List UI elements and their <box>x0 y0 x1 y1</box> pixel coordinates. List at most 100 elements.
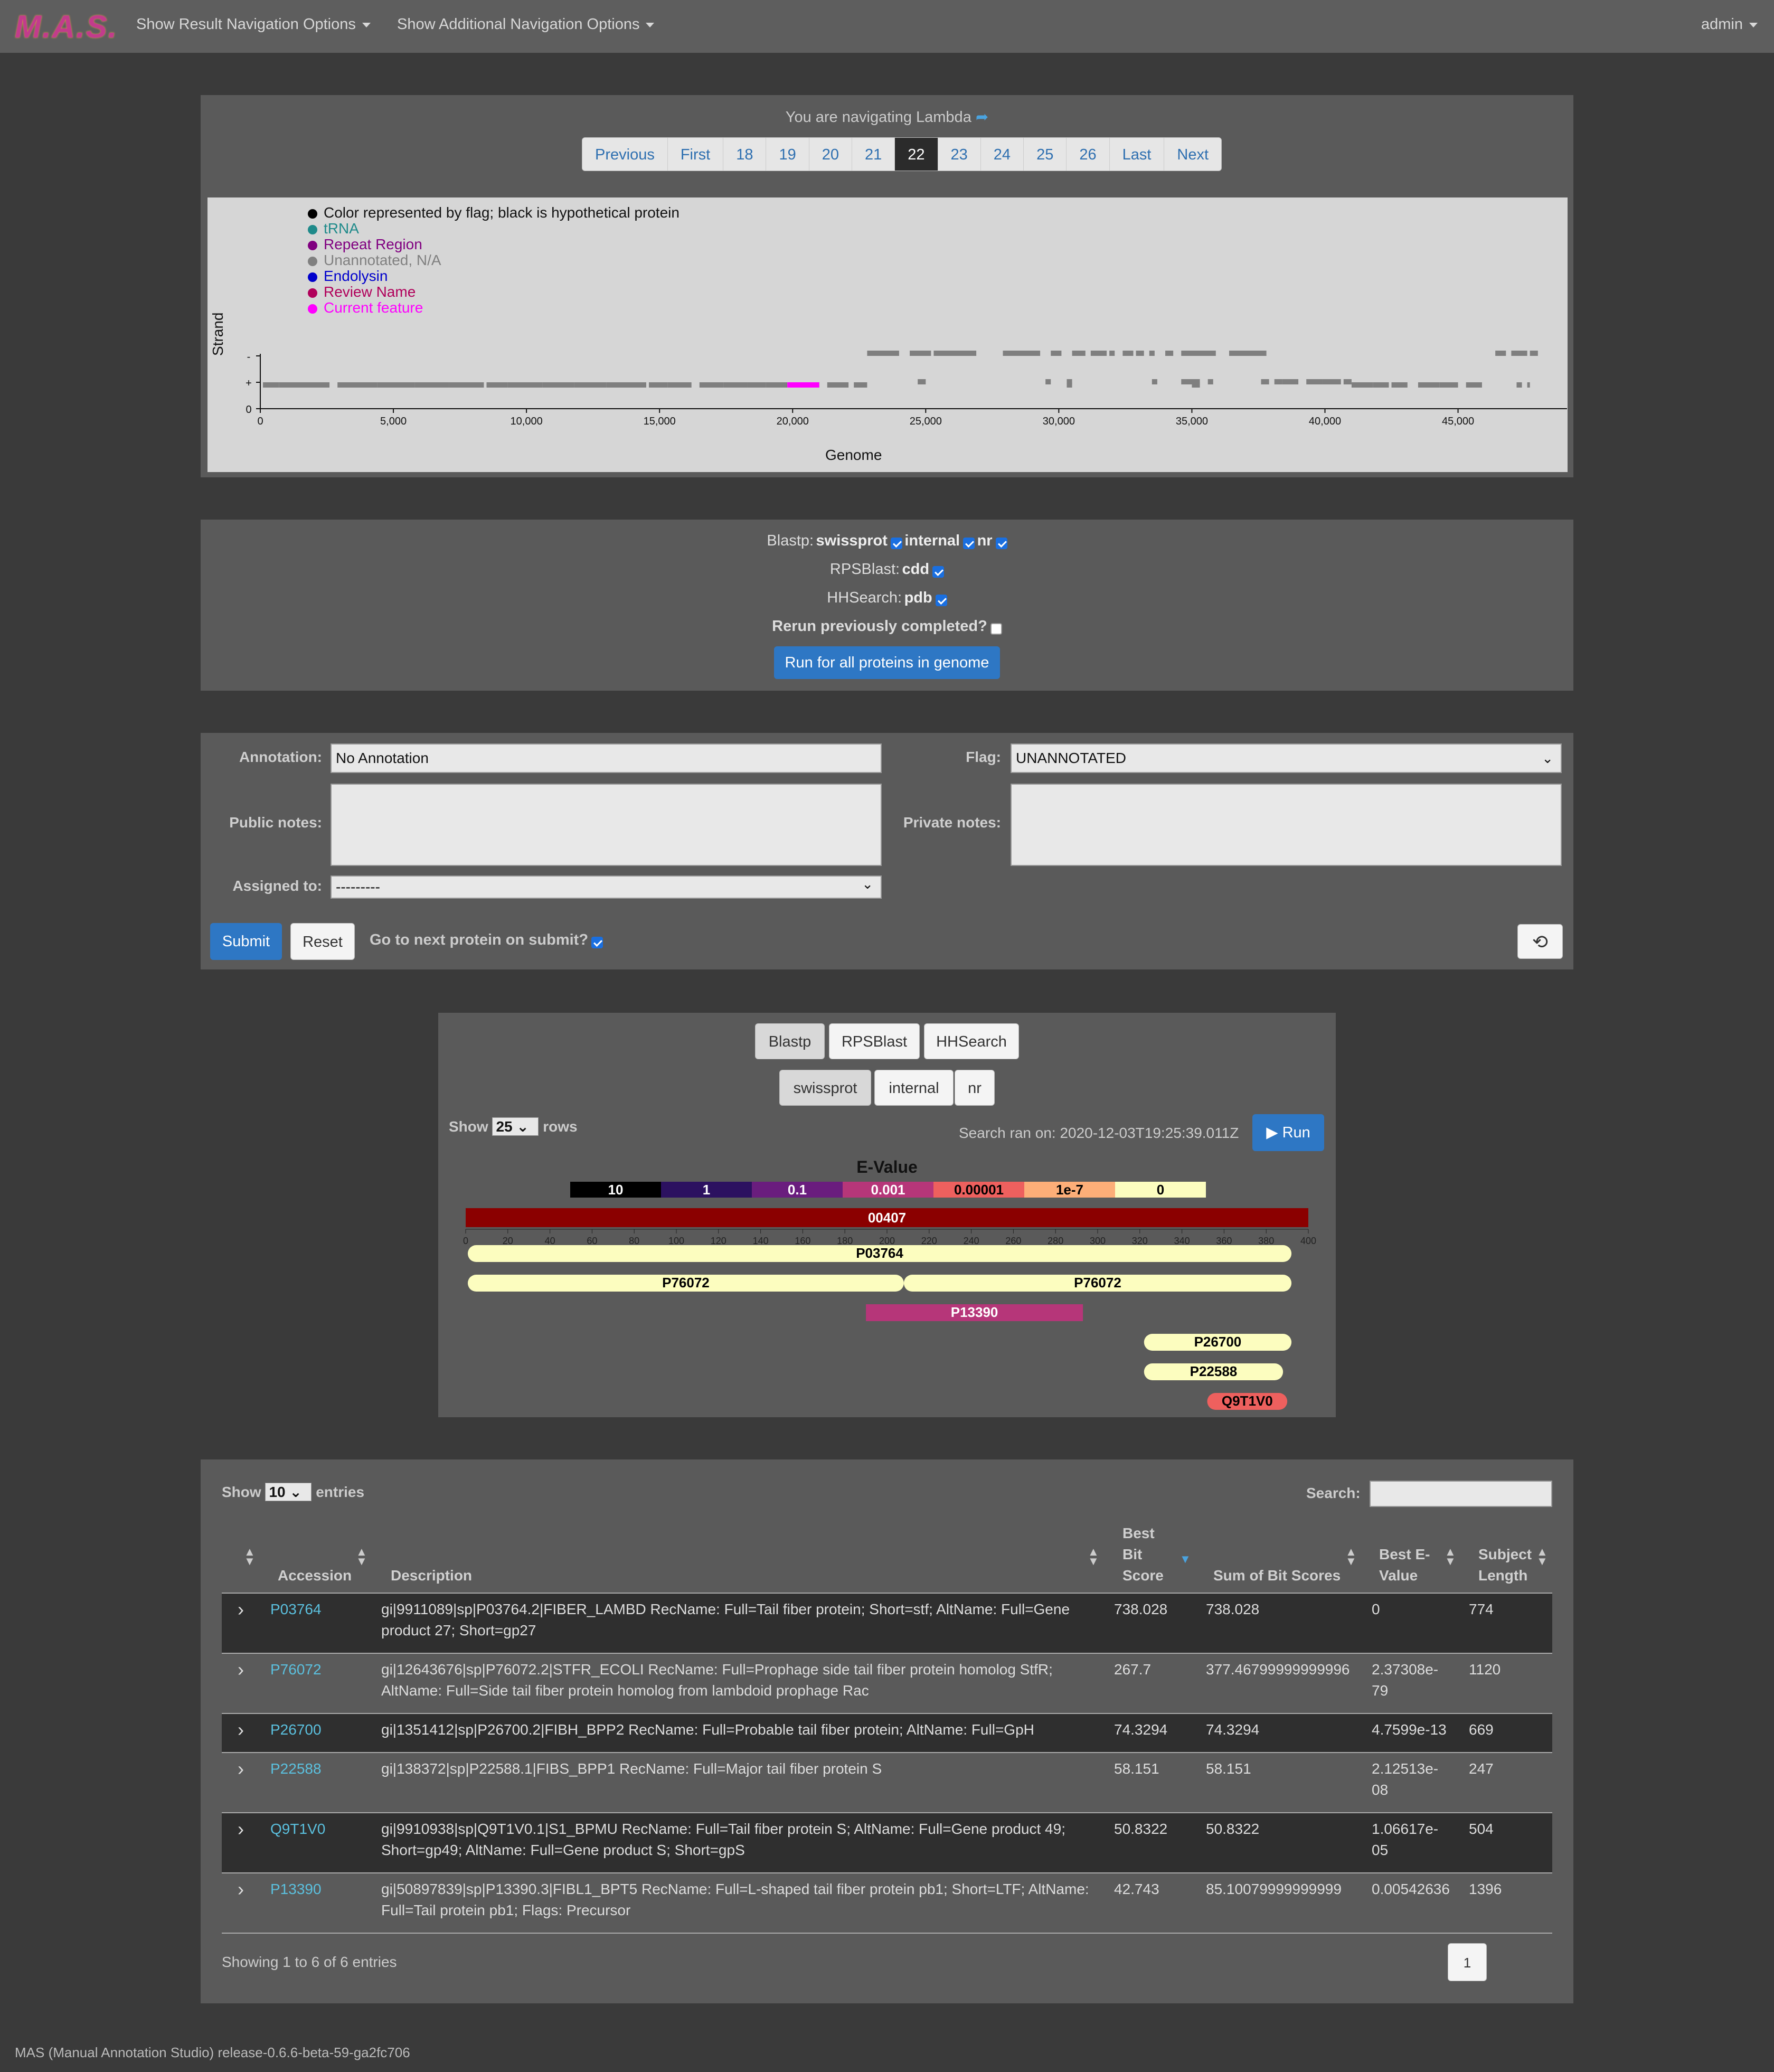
assigned-to-select[interactable]: --------- ⌄ <box>331 875 882 899</box>
page-link-24[interactable]: 24 <box>980 138 1024 171</box>
page-link-19[interactable]: 19 <box>766 138 809 171</box>
gene-feature[interactable] <box>1391 382 1408 388</box>
gene-feature[interactable] <box>1516 382 1522 388</box>
next-on-submit-checkbox[interactable] <box>591 936 603 948</box>
internal-checkbox[interactable] <box>963 537 975 549</box>
gene-feature[interactable] <box>918 379 926 384</box>
gene-feature[interactable] <box>377 382 415 388</box>
gene-feature[interactable] <box>1051 351 1062 356</box>
gene-feature[interactable] <box>723 382 748 388</box>
gene-feature[interactable] <box>1511 351 1527 356</box>
gene-feature[interactable] <box>263 382 279 388</box>
gene-feature[interactable] <box>1122 351 1134 356</box>
page-link-first[interactable]: First <box>667 138 724 171</box>
gene-feature[interactable] <box>1351 382 1373 388</box>
gene-feature[interactable] <box>667 382 692 388</box>
gene-feature[interactable] <box>1003 351 1041 356</box>
gene-feature[interactable] <box>486 382 508 388</box>
header-best-bit-2[interactable]: Bit <box>1122 1544 1142 1565</box>
sort-desc-icon[interactable]: ▼ <box>1179 1553 1191 1565</box>
flag-select[interactable]: UNANNOTATED ⌄ <box>1011 743 1562 773</box>
table-row[interactable]: › P76072 gi|12643676|sp|P76072.2|STFR_ECOL… <box>222 1653 1552 1713</box>
gene-feature[interactable] <box>1090 351 1107 356</box>
header-best-e-2[interactable]: Value <box>1379 1565 1418 1586</box>
run-all-proteins-button[interactable]: Run for all proteins in genome <box>774 646 1000 679</box>
expand-row-icon[interactable]: › <box>238 1719 244 1740</box>
expand-row-icon[interactable]: › <box>238 1879 244 1900</box>
accession-link[interactable]: P76072 <box>270 1659 322 1680</box>
expand-row-icon[interactable]: › <box>238 1659 244 1680</box>
rerun-checkbox[interactable] <box>990 623 1002 635</box>
gene-feature[interactable] <box>1282 379 1299 384</box>
page-link-26[interactable]: 26 <box>1067 138 1110 171</box>
sort-icon[interactable]: ▲ ▼ <box>356 1546 367 1567</box>
page-link-next[interactable]: Next <box>1164 138 1222 171</box>
gene-feature[interactable] <box>747 382 766 388</box>
sort-icon[interactable]: ▲ ▼ <box>1088 1546 1099 1567</box>
gene-feature[interactable] <box>414 382 449 388</box>
gene-feature[interactable] <box>1530 351 1538 356</box>
gene-feature[interactable] <box>279 382 330 388</box>
accession-link[interactable]: P13390 <box>270 1879 322 1900</box>
tab-nr[interactable]: nr <box>955 1070 995 1106</box>
history-button[interactable]: ⟲ <box>1517 924 1563 959</box>
page-link-20[interactable]: 20 <box>809 138 852 171</box>
gene-feature[interactable] <box>1527 382 1530 388</box>
gene-feature[interactable] <box>1165 351 1174 356</box>
gene-feature[interactable] <box>933 351 977 356</box>
gene-feature[interactable] <box>1229 351 1267 356</box>
table-row[interactable]: › P13390 gi|50897839|sp|P13390.3|FIBL1_BPT… <box>222 1872 1552 1933</box>
gene-feature[interactable] <box>1149 351 1155 356</box>
tab-internal[interactable]: internal <box>874 1070 954 1106</box>
gene-feature[interactable] <box>1136 351 1144 356</box>
additional-navigation-menu[interactable]: Show Additional Navigation Options <box>397 16 655 33</box>
gene-feature[interactable] <box>542 382 574 388</box>
tab-hhsearch[interactable]: HHSearch <box>924 1023 1019 1059</box>
gene-feature[interactable] <box>1495 351 1506 356</box>
tab-swissprot[interactable]: swissprot <box>779 1070 871 1106</box>
reset-button[interactable]: Reset <box>290 923 355 960</box>
tab-blastp[interactable]: Blastp <box>755 1023 825 1059</box>
gene-feature[interactable] <box>574 382 607 388</box>
expand-row-icon[interactable]: › <box>238 1758 244 1779</box>
header-subject-length-1[interactable]: Subject <box>1478 1544 1532 1565</box>
app-logo[interactable]: M.A.S. <box>15 8 118 45</box>
cdd-checkbox[interactable] <box>932 566 945 578</box>
share-icon[interactable]: ➦ <box>976 109 988 126</box>
private-notes-textarea[interactable] <box>1011 784 1562 866</box>
gene-feature[interactable] <box>1306 379 1323 384</box>
gene-feature[interactable] <box>337 382 378 388</box>
sort-icon[interactable]: ▲ ▼ <box>244 1546 256 1567</box>
public-notes-textarea[interactable] <box>331 784 882 866</box>
sort-icon[interactable]: ▲ ▼ <box>1345 1546 1357 1567</box>
run-button[interactable]: ▶ Run <box>1252 1114 1324 1151</box>
sort-icon[interactable]: ▲ ▼ <box>1536 1546 1548 1567</box>
user-menu[interactable]: admin <box>1701 16 1758 33</box>
gene-feature[interactable] <box>649 382 668 388</box>
header-best-e-1[interactable]: Best E- <box>1379 1544 1430 1565</box>
gene-feature[interactable] <box>1045 379 1051 384</box>
gene-feature[interactable] <box>910 351 931 356</box>
page-1-button[interactable]: 1 <box>1448 1943 1487 1981</box>
gene-feature[interactable] <box>1067 379 1072 384</box>
gene-feature[interactable] <box>1261 379 1269 384</box>
page-link-22[interactable]: 22 <box>895 138 938 171</box>
current-feature[interactable] <box>787 382 819 388</box>
gene-feature[interactable] <box>1181 351 1216 356</box>
page-link-21[interactable]: 21 <box>852 138 895 171</box>
accession-link[interactable]: P26700 <box>270 1719 322 1740</box>
gene-feature[interactable] <box>1181 379 1200 384</box>
page-link-18[interactable]: 18 <box>723 138 767 171</box>
page-link-last[interactable]: Last <box>1109 138 1165 171</box>
gene-feature[interactable] <box>606 382 615 388</box>
gene-feature[interactable] <box>867 351 899 356</box>
gene-feature[interactable] <box>1152 379 1157 384</box>
gene-feature[interactable] <box>614 382 646 388</box>
gene-feature[interactable] <box>699 382 724 388</box>
page-link-previous[interactable]: Previous <box>582 138 668 171</box>
accession-link[interactable]: P03764 <box>270 1599 322 1620</box>
gene-feature[interactable] <box>854 382 867 388</box>
header-best-bit-3[interactable]: Score <box>1122 1565 1164 1586</box>
annotation-input[interactable] <box>331 743 882 773</box>
header-best-bit-1[interactable]: Best <box>1122 1523 1155 1544</box>
